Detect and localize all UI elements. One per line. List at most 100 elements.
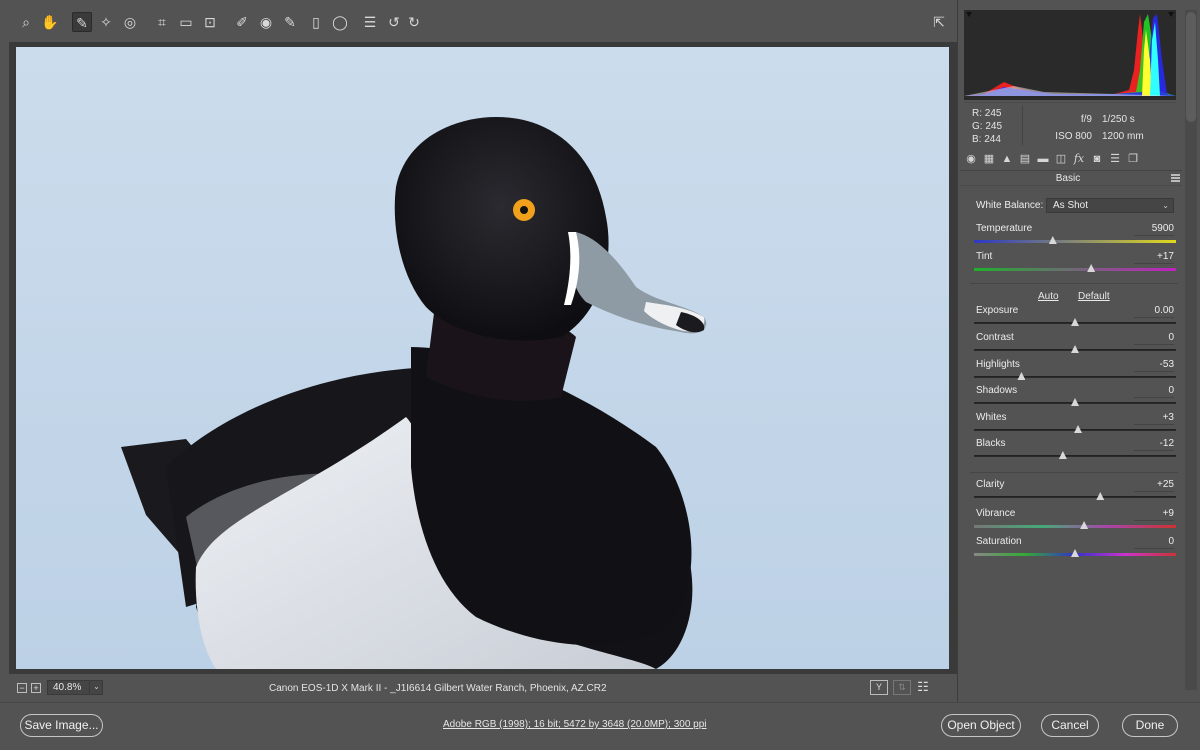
clarity-value-field[interactable]: +25 <box>1134 479 1174 492</box>
photo-preview[interactable] <box>16 47 949 669</box>
rotate-left-icon[interactable]: ↺ <box>384 12 404 32</box>
vibrance-track[interactable] <box>974 525 1176 528</box>
divider <box>970 472 1178 473</box>
temperature-slider[interactable]: Temperature 5900 <box>974 223 1178 249</box>
crop-icon[interactable]: ⌗ <box>152 12 172 32</box>
shutter-value: 1/250 s <box>1102 114 1135 125</box>
blacks-label: Blacks <box>976 438 1006 449</box>
shadows-slider[interactable]: Shadows 0 <box>974 385 1178 411</box>
whites-track[interactable] <box>974 429 1176 431</box>
tab-effects-icon[interactable]: fx <box>1072 152 1086 166</box>
saturation-slider[interactable]: Saturation 0 <box>974 536 1178 562</box>
scrollbar-thumb[interactable] <box>1186 12 1196 122</box>
rotate-right-icon[interactable]: ↻ <box>404 12 424 32</box>
white-balance-eyedropper-icon[interactable]: ✎ <box>72 12 92 32</box>
workflow-options-link[interactable]: Adobe RGB (1998); 16 bit; 5472 by 3648 (… <box>443 719 707 730</box>
divider <box>970 283 1178 284</box>
vibrance-value-field[interactable]: +9 <box>1134 508 1174 521</box>
clarity-slider[interactable]: Clarity +25 <box>974 479 1178 505</box>
white-balance-select[interactable]: As Shot ⌄ <box>1046 198 1174 213</box>
whites-value-field[interactable]: +3 <box>1134 412 1174 425</box>
graduated-filter-icon[interactable]: ▯ <box>306 12 326 32</box>
panel-menu-icon[interactable] <box>1171 174 1180 182</box>
rgb-readout: R: 245 G: 245 B: 244 <box>972 107 1002 146</box>
whites-slider[interactable]: Whites +3 <box>974 412 1178 438</box>
blacks-value-field[interactable]: -12 <box>1134 438 1174 451</box>
preferences-icon[interactable]: ☰ <box>360 12 380 32</box>
tint-track[interactable] <box>974 268 1176 271</box>
straighten-icon[interactable]: ▭ <box>176 12 196 32</box>
spot-removal-icon[interactable]: ✐ <box>232 12 252 32</box>
whites-label: Whites <box>976 412 1007 423</box>
zoom-in-button[interactable]: + <box>31 683 41 693</box>
red-eye-icon[interactable]: ◉ <box>256 12 276 32</box>
color-sampler-icon[interactable]: ✧ <box>96 12 116 32</box>
iso-value: ISO 800 <box>1055 131 1092 142</box>
hand-icon[interactable]: ✋ <box>40 12 60 32</box>
zoom-out-button[interactable]: − <box>17 683 27 693</box>
highlights-slider[interactable]: Highlights -53 <box>974 359 1178 385</box>
saturation-label: Saturation <box>976 536 1022 547</box>
settings-toggle-icon[interactable]: ☷ <box>914 680 932 695</box>
highlights-track[interactable] <box>974 376 1176 378</box>
exposure-slider[interactable]: Exposure 0.00 <box>974 305 1178 331</box>
duck-photo <box>16 47 949 669</box>
targeted-adjustment-icon[interactable]: ◎ <box>120 12 140 32</box>
rgb-g-value: G: 245 <box>972 121 1003 132</box>
chevron-down-icon[interactable]: ⌄ <box>89 680 103 695</box>
radial-filter-icon[interactable]: ◯ <box>330 12 350 32</box>
auto-link[interactable]: Auto <box>1038 291 1059 302</box>
blacks-track[interactable] <box>974 455 1176 457</box>
tab-lens-icon[interactable]: ◫ <box>1054 152 1068 166</box>
swap-settings-icon[interactable]: ⇅ <box>893 680 911 695</box>
temperature-track[interactable] <box>974 240 1176 243</box>
open-object-button[interactable]: Open Object <box>941 714 1021 737</box>
shadows-label: Shadows <box>976 385 1018 396</box>
blacks-slider[interactable]: Blacks -12 <box>974 438 1178 464</box>
white-balance-value: As Shot <box>1053 200 1089 211</box>
cancel-button[interactable]: Cancel <box>1041 714 1099 737</box>
adjustment-brush-icon[interactable]: ✎ <box>280 12 300 32</box>
vibrance-slider[interactable]: Vibrance +9 <box>974 508 1178 534</box>
clarity-track[interactable] <box>974 496 1176 498</box>
tab-split-toning-icon[interactable]: ▬ <box>1036 152 1050 166</box>
tab-presets-icon[interactable]: ☰ <box>1108 152 1122 166</box>
tab-snapshots-icon[interactable]: ❐ <box>1126 152 1140 166</box>
done-button[interactable]: Done <box>1122 714 1178 737</box>
tab-hsl-icon[interactable]: ▤ <box>1018 152 1032 166</box>
shadows-value-field[interactable]: 0 <box>1134 385 1174 398</box>
contrast-value-field[interactable]: 0 <box>1134 332 1174 345</box>
panel-scrollbar[interactable] <box>1185 10 1197 690</box>
panel-header: Basic <box>960 170 1182 186</box>
tab-basic-icon[interactable]: ◉ <box>964 152 978 166</box>
temperature-value-field[interactable]: 5900 <box>1134 223 1174 236</box>
footer-bar: Save Image... Adobe RGB (1998); 16 bit; … <box>0 702 1200 750</box>
save-image-button[interactable]: Save Image... <box>20 714 103 737</box>
tint-label: Tint <box>976 251 993 262</box>
transform-icon[interactable]: ⊡ <box>200 12 220 32</box>
right-panel: R: 245 G: 245 B: 244 f/9 1/250 s ISO 800 1… <box>957 0 1200 702</box>
histogram <box>964 10 1176 100</box>
tab-tone-curve-icon[interactable]: ▦ <box>982 152 996 166</box>
zoom-icon[interactable]: ⌕ <box>16 12 36 32</box>
contrast-label: Contrast <box>976 332 1014 343</box>
exposure-value-field[interactable]: 0.00 <box>1134 305 1174 318</box>
toolbar: ⌕ ✋ ✎ ✧ ◎ ⌗ ▭ ⊡ ✐ ◉ ✎ ▯ ◯ ☰ ↺ ↻ ⇱ <box>0 0 957 42</box>
fullscreen-toggle-icon[interactable]: ⇱ <box>929 12 949 32</box>
rgb-b-value: B: 244 <box>972 134 1001 145</box>
saturation-value-field[interactable]: 0 <box>1134 536 1174 549</box>
before-after-toggle-button[interactable]: Y <box>870 680 888 695</box>
camera-info: R: 245 G: 245 B: 244 f/9 1/250 s ISO 800 1… <box>964 102 1176 148</box>
tab-camera-calibration-icon[interactable]: ◙ <box>1090 152 1104 166</box>
panel-tabs: ◉ ▦ ▲ ▤ ▬ ◫ fx ◙ ☰ ❐ <box>962 150 1180 168</box>
tint-value-field[interactable]: +17 <box>1134 251 1174 264</box>
highlights-value-field[interactable]: -53 <box>1134 359 1174 372</box>
contrast-slider[interactable]: Contrast 0 <box>974 332 1178 358</box>
white-balance-label: White Balance: <box>976 200 1044 211</box>
auto-default-row: Auto Default <box>974 291 1178 305</box>
default-link[interactable]: Default <box>1078 291 1110 302</box>
tab-detail-icon[interactable]: ▲ <box>1000 152 1014 166</box>
exposure-label: Exposure <box>976 305 1019 316</box>
tint-slider[interactable]: Tint +17 <box>974 251 1178 277</box>
vibrance-label: Vibrance <box>976 508 1016 519</box>
